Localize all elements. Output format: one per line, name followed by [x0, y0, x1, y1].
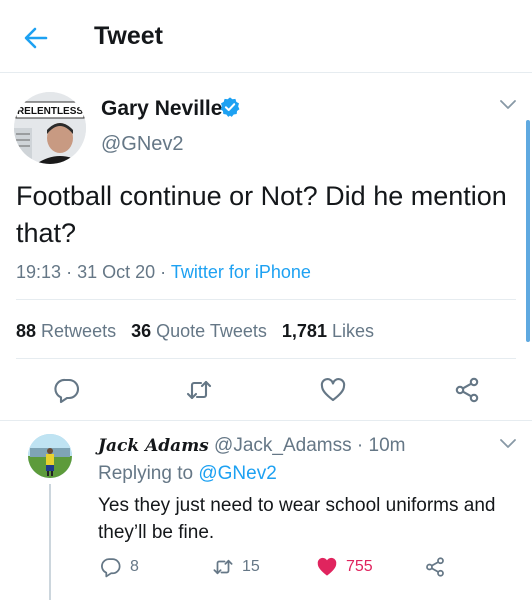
separator: ·: [160, 262, 167, 282]
reply-icon: [101, 558, 121, 578]
divider: [0, 420, 532, 421]
author-handle[interactable]: @GNev2: [101, 133, 184, 156]
reply-reply-button[interactable]: 8: [100, 556, 139, 578]
replying-to: Replying to @GNev2: [98, 463, 277, 485]
header-divider: [0, 72, 532, 73]
divider: [16, 358, 516, 359]
reply-author-name[interactable]: Jack Adams: [98, 436, 209, 456]
chevron-down-icon[interactable]: [498, 437, 518, 451]
like-icon[interactable]: [319, 376, 347, 404]
retweets-stat[interactable]: 88 Retweets: [16, 321, 116, 341]
reply-share-button[interactable]: [424, 556, 454, 578]
like-count: 755: [346, 558, 373, 575]
reply-like-button[interactable]: 755: [316, 556, 373, 578]
thread-line: [49, 484, 51, 600]
reply-count: 8: [130, 558, 139, 575]
author-name[interactable]: Gary Neville: [101, 97, 222, 121]
verified-badge-icon: [220, 97, 240, 117]
reply-retweet-button[interactable]: 15: [212, 556, 260, 578]
replying-prefix: Replying to: [98, 463, 194, 484]
like-icon: [317, 557, 337, 576]
share-icon: [426, 557, 444, 577]
retweet-count: 15: [242, 558, 260, 575]
retweet-icon[interactable]: [185, 376, 213, 404]
tweet-text: Football continue or Not? Did he mention…: [16, 181, 507, 248]
tweet-stats: 88 Retweets 36 Quote Tweets 1,781 Likes: [16, 321, 374, 342]
svg-text:RELENTLESS: RELENTLESS: [17, 106, 83, 117]
separator: ·: [356, 435, 364, 456]
tweet-meta: 19:13 · 31 Oct 20 · Twitter for iPhone: [16, 262, 311, 283]
divider: [16, 299, 516, 300]
reply-time: 10m: [368, 435, 406, 456]
scrollbar[interactable]: [526, 120, 530, 342]
reply-avatar[interactable]: [28, 434, 72, 478]
reply-header: Jack Adams @Jack_Adamss · 10m: [98, 435, 405, 457]
avatar[interactable]: RELENTLESS: [14, 92, 86, 164]
back-arrow-icon[interactable]: [22, 24, 50, 52]
reply-author-handle[interactable]: @Jack_Adamss: [214, 435, 352, 456]
tweet-date: 31 Oct 20: [77, 262, 156, 282]
mention-link[interactable]: @GNev2: [198, 463, 276, 484]
tweet-source-link[interactable]: Twitter for iPhone: [171, 262, 311, 282]
page-title: Tweet: [94, 22, 163, 50]
retweet-icon: [213, 559, 233, 575]
share-icon[interactable]: [453, 376, 481, 404]
reply-icon[interactable]: [53, 376, 81, 404]
reply-text: Yes they just need to wear school unifor…: [98, 495, 496, 543]
separator: ·: [66, 262, 73, 282]
chevron-down-icon[interactable]: [498, 98, 518, 112]
likes-stat[interactable]: 1,781 Likes: [282, 321, 374, 341]
quote-tweets-stat[interactable]: 36 Quote Tweets: [131, 321, 267, 341]
tweet-time: 19:13: [16, 262, 62, 282]
